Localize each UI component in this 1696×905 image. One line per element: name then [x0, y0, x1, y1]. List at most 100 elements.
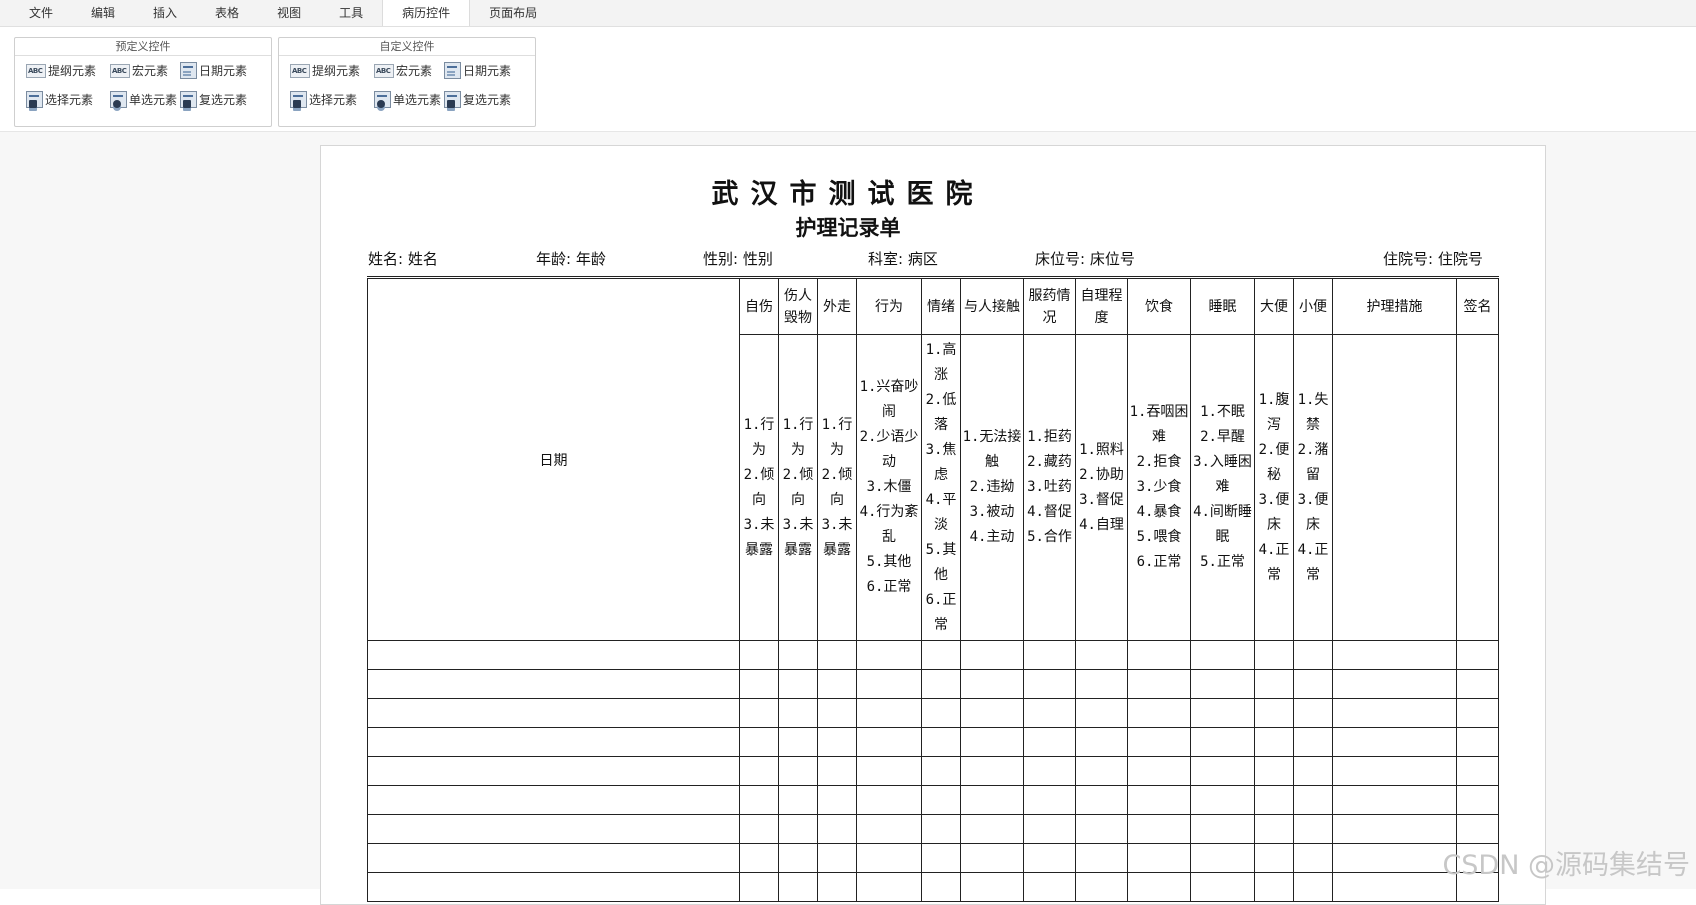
table-cell[interactable]	[1023, 872, 1076, 902]
table-cell[interactable]	[1023, 843, 1076, 873]
option-cell-9[interactable]: 1.不眠 2.早醒 3.入睡困难 4.间断睡眠 5.正常	[1190, 334, 1255, 641]
table-cell[interactable]	[1127, 727, 1191, 757]
ribbon-button-0-5[interactable]: 复选元素	[180, 91, 247, 108]
table-cell[interactable]	[817, 698, 857, 728]
table-cell[interactable]	[1254, 785, 1294, 815]
table-cell[interactable]	[1127, 669, 1191, 699]
table-cell[interactable]	[1456, 814, 1499, 844]
table-cell[interactable]	[1190, 669, 1255, 699]
table-cell[interactable]	[960, 785, 1024, 815]
table-cell[interactable]	[739, 640, 779, 670]
ribbon-button-0-1[interactable]: ABC 宏元素	[110, 62, 168, 79]
table-cell[interactable]	[739, 814, 779, 844]
table-cell[interactable]	[1075, 698, 1128, 728]
table-cell[interactable]	[739, 872, 779, 902]
ribbon-button-1-1[interactable]: ABC 宏元素	[374, 62, 432, 79]
table-cell[interactable]	[1190, 785, 1255, 815]
table-cell[interactable]	[1332, 669, 1457, 699]
table-cell[interactable]	[1127, 814, 1191, 844]
column-header-12[interactable]: 护理措施	[1332, 277, 1457, 335]
patient-gender-field[interactable]: 性别: 性别	[703, 248, 773, 269]
table-cell[interactable]	[1293, 814, 1333, 844]
option-cell-4[interactable]: 1.高涨 2.低落 3.焦虑 4.平淡 5.其他 6.正常	[921, 334, 961, 641]
column-header-1[interactable]: 伤人毁物	[778, 277, 818, 335]
table-cell[interactable]	[1075, 843, 1128, 873]
table-cell[interactable]	[1456, 785, 1499, 815]
column-header-8[interactable]: 饮食	[1127, 277, 1191, 335]
column-header-10[interactable]: 大便	[1254, 277, 1294, 335]
option-cell-13[interactable]	[1456, 334, 1499, 641]
menu-tab-4[interactable]: 视图	[258, 0, 320, 26]
table-cell[interactable]	[1190, 727, 1255, 757]
table-cell[interactable]	[921, 727, 961, 757]
column-header-11[interactable]: 小便	[1293, 277, 1333, 335]
table-cell[interactable]	[1075, 872, 1128, 902]
table-cell[interactable]	[856, 640, 922, 670]
table-cell[interactable]	[960, 814, 1024, 844]
table-cell[interactable]	[1293, 785, 1333, 815]
patient-age-field[interactable]: 年龄: 年龄	[536, 248, 606, 269]
table-cell[interactable]	[1023, 640, 1076, 670]
table-cell[interactable]	[960, 756, 1024, 786]
table-cell[interactable]	[1254, 727, 1294, 757]
option-cell-11[interactable]: 1.失禁 2.潴留 3.便床 4.正常	[1293, 334, 1333, 641]
table-cell[interactable]	[921, 843, 961, 873]
menu-tab-5[interactable]: 工具	[320, 0, 382, 26]
table-cell[interactable]	[856, 669, 922, 699]
table-cell[interactable]	[1332, 727, 1457, 757]
table-cell[interactable]	[367, 814, 740, 844]
table-cell[interactable]	[1293, 640, 1333, 670]
menu-tab-2[interactable]: 插入	[134, 0, 196, 26]
table-cell[interactable]	[921, 669, 961, 699]
table-cell[interactable]	[1075, 669, 1128, 699]
table-cell[interactable]	[1254, 698, 1294, 728]
table-cell[interactable]	[1332, 814, 1457, 844]
table-cell[interactable]	[856, 872, 922, 902]
table-cell[interactable]	[367, 843, 740, 873]
ribbon-button-1-2[interactable]: 日期元素	[444, 62, 511, 79]
table-cell[interactable]	[367, 640, 740, 670]
option-cell-2[interactable]: 1.行为 2.倾向 3.未暴露	[817, 334, 857, 641]
table-cell[interactable]	[1190, 872, 1255, 902]
menu-tab-1[interactable]: 编辑	[72, 0, 134, 26]
table-cell[interactable]	[1023, 814, 1076, 844]
table-cell[interactable]	[817, 669, 857, 699]
admission-number-field[interactable]: 住院号: 住院号	[1383, 248, 1483, 269]
ribbon-button-0-2[interactable]: 日期元素	[180, 62, 247, 79]
table-cell[interactable]	[1254, 843, 1294, 873]
patient-name-field[interactable]: 姓名: 姓名	[368, 248, 438, 269]
table-cell[interactable]	[778, 756, 818, 786]
ribbon-button-1-4[interactable]: 单选元素	[374, 91, 441, 108]
column-header-3[interactable]: 行为	[856, 277, 922, 335]
table-cell[interactable]	[1127, 785, 1191, 815]
table-cell[interactable]	[921, 756, 961, 786]
table-cell[interactable]	[367, 872, 740, 902]
option-cell-10[interactable]: 1.腹泻 2.便秘 3.便床 4.正常	[1254, 334, 1294, 641]
ribbon-button-0-0[interactable]: ABC 提纲元素	[26, 62, 96, 79]
table-cell[interactable]	[1075, 640, 1128, 670]
table-cell[interactable]	[856, 727, 922, 757]
option-cell-7[interactable]: 1.照料 2.协助 3.督促 4.自理	[1075, 334, 1128, 641]
table-cell[interactable]	[367, 727, 740, 757]
column-header-2[interactable]: 外走	[817, 277, 857, 335]
table-cell[interactable]	[921, 785, 961, 815]
table-cell[interactable]	[367, 785, 740, 815]
ribbon-button-1-3[interactable]: 选择元素	[290, 91, 357, 108]
table-cell[interactable]	[921, 872, 961, 902]
table-cell[interactable]	[960, 872, 1024, 902]
bed-number-field[interactable]: 床位号: 床位号	[1035, 248, 1135, 269]
table-cell[interactable]	[1127, 872, 1191, 902]
column-header-7[interactable]: 自理程度	[1075, 277, 1128, 335]
table-cell[interactable]	[960, 698, 1024, 728]
table-cell[interactable]	[739, 727, 779, 757]
department-field[interactable]: 科室: 病区	[868, 248, 938, 269]
option-cell-0[interactable]: 1.行为 2.倾向 3.未暴露	[739, 334, 779, 641]
table-cell[interactable]	[1332, 640, 1457, 670]
table-cell[interactable]	[960, 640, 1024, 670]
table-cell[interactable]	[1332, 843, 1457, 873]
table-cell[interactable]	[960, 727, 1024, 757]
table-cell[interactable]	[921, 814, 961, 844]
table-cell[interactable]	[1075, 756, 1128, 786]
option-cell-8[interactable]: 1.吞咽困难 2.拒食 3.少食 4.暴食 5.喂食 6.正常	[1127, 334, 1191, 641]
table-cell[interactable]	[1190, 756, 1255, 786]
